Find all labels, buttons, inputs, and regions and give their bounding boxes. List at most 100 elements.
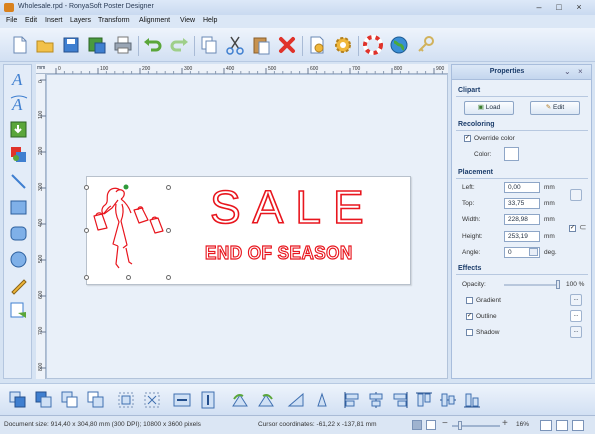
save-as-icon[interactable] (86, 34, 108, 56)
export-icon[interactable] (9, 301, 28, 320)
rectangle-icon[interactable] (9, 198, 28, 217)
web-icon[interactable] (388, 34, 410, 56)
outline-settings-button[interactable]: ... (570, 310, 582, 322)
top-input[interactable]: 33,75 (504, 198, 540, 209)
menu-insert[interactable]: Insert (45, 17, 63, 24)
delete-icon[interactable] (276, 34, 298, 56)
shopping-woman-clipart[interactable] (86, 180, 172, 280)
status-bar: Document size: 914,40 x 304,80 mm (300 D… (0, 415, 595, 434)
shadow-checkbox[interactable] (466, 329, 473, 336)
copy-icon[interactable] (198, 34, 220, 56)
load-button[interactable]: ▣ Load (464, 101, 514, 115)
clipart-icon[interactable] (9, 145, 28, 164)
height-input[interactable]: 253,19 (504, 231, 540, 242)
rounded-rect-icon[interactable] (9, 224, 28, 243)
left-input[interactable]: 0,00 (504, 182, 540, 193)
selection-handle[interactable] (84, 275, 89, 280)
settings-icon[interactable] (332, 34, 354, 56)
align-center-icon[interactable] (366, 390, 386, 410)
selection-handle[interactable] (84, 185, 89, 190)
minimize-button[interactable]: – (530, 2, 548, 13)
align-left-icon[interactable] (342, 390, 362, 410)
ellipse-icon[interactable] (9, 250, 28, 269)
zoom-fit-icon[interactable] (540, 420, 552, 431)
undo-icon[interactable] (142, 34, 164, 56)
new-icon[interactable] (8, 34, 30, 56)
shadow-settings-button[interactable]: ... (570, 326, 582, 338)
help-icon[interactable] (362, 34, 384, 56)
keep-proportions-checkbox[interactable]: ✓ (569, 225, 576, 232)
print-icon[interactable] (112, 34, 134, 56)
panel-close-icon[interactable]: × (578, 67, 583, 76)
page-setup-icon[interactable] (306, 34, 328, 56)
zoom-width-icon[interactable] (572, 420, 584, 431)
selection-handle[interactable] (84, 228, 89, 233)
menu-view[interactable]: View (180, 17, 195, 24)
align-bottom-icon[interactable] (462, 390, 482, 410)
selection-handle[interactable] (166, 185, 171, 190)
panel-menu-icon[interactable]: ⌄ (564, 67, 571, 76)
skew-right-icon[interactable] (312, 390, 332, 410)
view-mode-icon[interactable] (412, 420, 422, 430)
send-to-back-icon[interactable] (86, 390, 106, 410)
ungroup-icon[interactable] (142, 390, 162, 410)
gradient-settings-button[interactable]: ... (570, 294, 582, 306)
menu-edit[interactable]: Edit (25, 17, 37, 24)
zoom-out-icon[interactable]: − (442, 418, 448, 429)
open-icon[interactable] (34, 34, 56, 56)
align-top-icon[interactable] (414, 390, 434, 410)
flip-vertical-icon[interactable] (198, 390, 218, 410)
bring-forward-icon[interactable] (34, 390, 54, 410)
align-right-icon[interactable] (390, 390, 410, 410)
menu-help[interactable]: Help (203, 17, 217, 24)
menu-alignment[interactable]: Alignment (139, 17, 170, 24)
position-lock-icon[interactable] (570, 189, 582, 201)
send-backward-icon[interactable] (60, 390, 80, 410)
save-icon[interactable] (60, 34, 82, 56)
curved-text-icon[interactable]: A (9, 94, 28, 114)
pencil-icon[interactable] (9, 276, 28, 295)
zoom-actual-icon[interactable] (556, 420, 568, 431)
opacity-slider-track[interactable] (504, 284, 558, 286)
flip-horizontal-icon[interactable] (172, 390, 192, 410)
gradient-checkbox[interactable] (466, 297, 473, 304)
width-input[interactable]: 228,98 (504, 214, 540, 225)
image-icon[interactable] (9, 120, 28, 139)
rotate-right-icon[interactable] (256, 390, 276, 410)
group-icon[interactable] (116, 390, 136, 410)
selection-handle[interactable] (166, 275, 171, 280)
edit-label: Edit (553, 104, 565, 111)
ruler-tick-label: 0 (38, 80, 44, 83)
opacity-slider-thumb[interactable] (556, 280, 560, 289)
color-swatch[interactable] (504, 147, 519, 161)
selection-handle[interactable] (166, 228, 171, 233)
key-icon[interactable] (414, 34, 436, 56)
poster-headline[interactable]: SALE (209, 180, 376, 234)
zoom-slider-thumb[interactable] (458, 421, 462, 430)
menu-file[interactable]: File (6, 17, 17, 24)
selection-handle[interactable] (126, 275, 131, 280)
zoom-in-icon[interactable]: + (502, 418, 508, 429)
redo-icon[interactable] (168, 34, 190, 56)
outline-checkbox[interactable]: ✓ (466, 313, 473, 320)
maximize-button[interactable]: □ (550, 2, 568, 13)
text-icon[interactable]: A (9, 69, 28, 89)
poster-subheadline[interactable]: END OF SEASON (204, 242, 352, 264)
bring-to-front-icon[interactable] (8, 390, 28, 410)
ruler-ticks-vertical: 0 100 200 300 400 500 600 700 800 (38, 79, 46, 371)
rotate-left-icon[interactable] (230, 390, 250, 410)
menu-layers[interactable]: Layers (70, 17, 91, 24)
close-window-button[interactable]: × (570, 2, 588, 13)
line-icon[interactable] (9, 172, 28, 191)
cut-icon[interactable] (224, 34, 246, 56)
skew-left-icon[interactable] (286, 390, 306, 410)
edit-button[interactable]: ✎ Edit (530, 101, 580, 115)
angle-picker-icon[interactable] (529, 248, 538, 256)
fit-page-icon[interactable] (426, 420, 436, 430)
align-middle-icon[interactable] (438, 390, 458, 410)
zoom-level: 16% (516, 421, 530, 428)
menu-transform[interactable]: Transform (98, 17, 130, 24)
override-color-checkbox[interactable]: ✓ (464, 135, 471, 142)
outline-label: Outline (476, 313, 497, 320)
paste-icon[interactable] (250, 34, 272, 56)
